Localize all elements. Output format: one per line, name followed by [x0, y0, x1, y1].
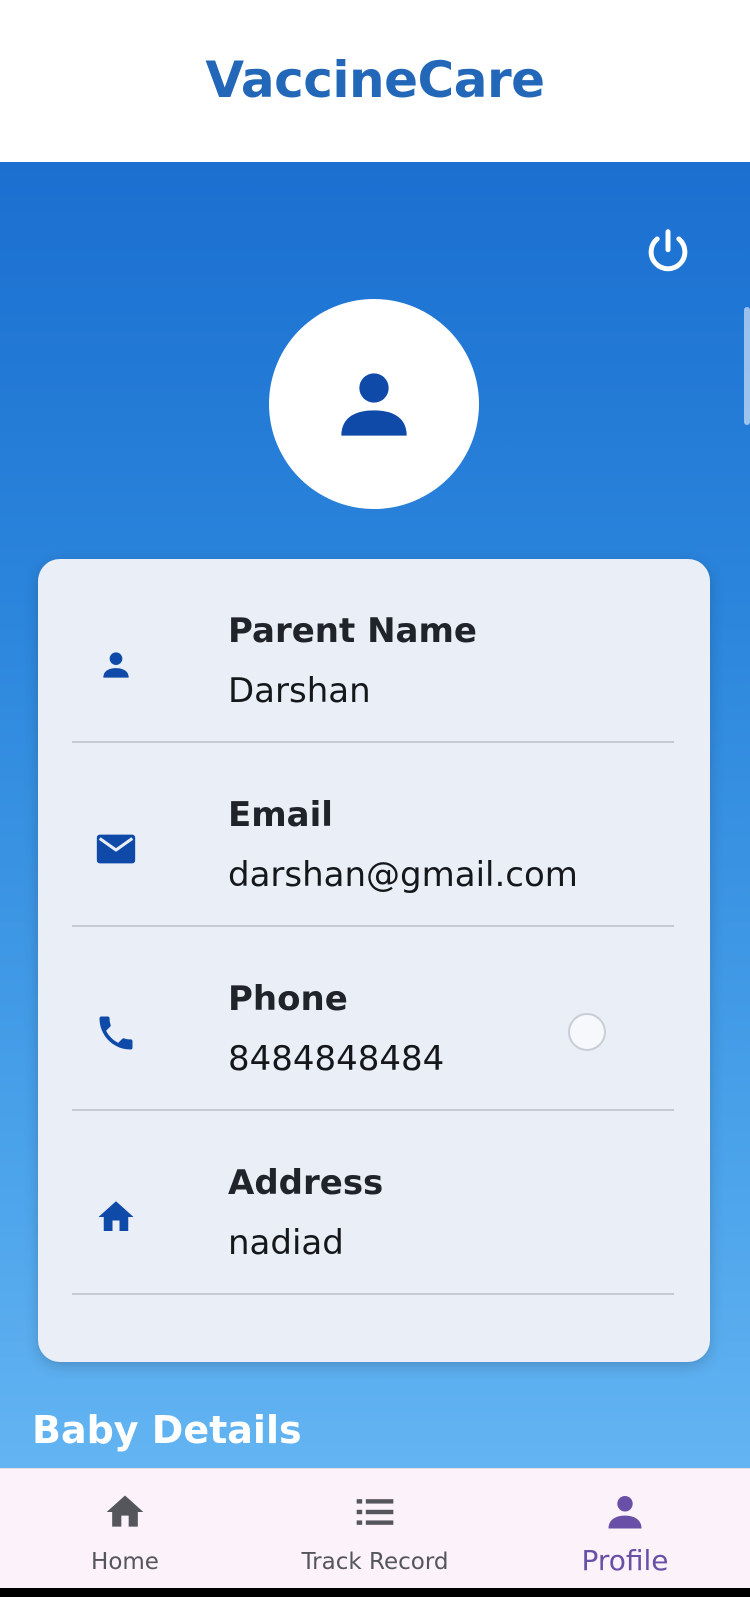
- profile-screen[interactable]: Parent Name Darshan Email darshan@gmail.…: [0, 162, 750, 1468]
- email-value: darshan@gmail.com: [228, 855, 578, 895]
- nav-home[interactable]: Home: [0, 1469, 250, 1589]
- phone-row[interactable]: Phone 8484848484: [72, 927, 674, 1111]
- parent-name-value: Darshan: [228, 671, 371, 711]
- home-icon: [92, 1193, 140, 1241]
- person-icon: [341, 373, 407, 436]
- parent-name-label: Parent Name: [228, 611, 477, 651]
- phone-icon: [92, 1009, 140, 1057]
- nav-track-record[interactable]: Track Record: [250, 1469, 500, 1589]
- phone-label: Phone: [228, 979, 348, 1019]
- phone-value: 8484848484: [228, 1039, 445, 1079]
- bottom-navigation: Home Track Record Profile: [0, 1468, 750, 1589]
- nav-track-record-label: Track Record: [301, 1549, 449, 1575]
- system-bar: [0, 1588, 750, 1597]
- nav-profile-label: Profile: [581, 1544, 669, 1577]
- scrollbar[interactable]: [744, 307, 750, 425]
- app-bar: VaccineCare: [0, 0, 750, 162]
- baby-details-heading: Baby Details: [32, 1408, 302, 1452]
- person-icon: [92, 641, 140, 689]
- parent-info-card: Parent Name Darshan Email darshan@gmail.…: [38, 559, 710, 1362]
- address-row[interactable]: Address nadiad: [72, 1111, 674, 1295]
- app-title: VaccineCare: [205, 51, 545, 109]
- nav-home-label: Home: [91, 1549, 159, 1575]
- parent-name-row[interactable]: Parent Name Darshan: [72, 559, 674, 743]
- person-icon: [500, 1489, 750, 1535]
- email-row[interactable]: Email darshan@gmail.com: [72, 743, 674, 927]
- divider: [72, 1293, 674, 1295]
- nav-profile[interactable]: Profile: [500, 1469, 750, 1589]
- logout-button[interactable]: [638, 222, 698, 282]
- avatar[interactable]: [269, 299, 479, 509]
- power-icon: [648, 229, 688, 272]
- list-icon: [250, 1489, 500, 1535]
- address-label: Address: [228, 1163, 384, 1203]
- touch-indicator: [568, 1013, 606, 1051]
- home-icon: [0, 1489, 250, 1535]
- address-value: nadiad: [228, 1223, 344, 1263]
- email-label: Email: [228, 795, 333, 835]
- email-icon: [92, 825, 140, 873]
